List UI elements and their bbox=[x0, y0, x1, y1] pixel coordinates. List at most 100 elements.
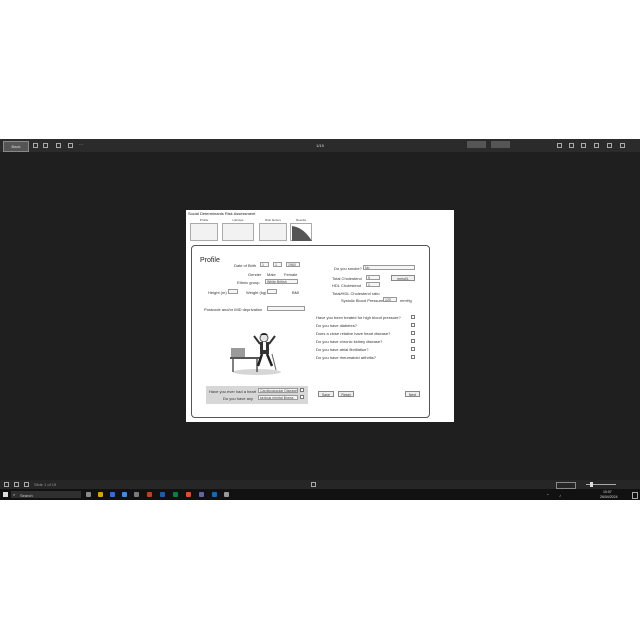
zoom-slider-handle[interactable] bbox=[590, 482, 593, 487]
gender-option-female[interactable]: Female bbox=[284, 272, 297, 277]
thumbnail-profile[interactable]: Profile bbox=[189, 218, 219, 242]
history-cvd-checkbox[interactable] bbox=[300, 388, 304, 392]
minimize-button[interactable] bbox=[467, 141, 486, 148]
family-history-checkbox[interactable] bbox=[411, 331, 415, 335]
undo-icon[interactable] bbox=[33, 143, 38, 148]
zoom-box[interactable] bbox=[556, 482, 576, 489]
task-view-icon[interactable] bbox=[86, 492, 91, 497]
bp-field[interactable]: 120 bbox=[383, 297, 397, 302]
presentation-app-icon[interactable] bbox=[224, 492, 229, 497]
share-icon[interactable] bbox=[581, 143, 586, 148]
notification-icon[interactable] bbox=[632, 492, 638, 499]
thumbnail-risk-factors[interactable]: Risk factors bbox=[258, 218, 288, 242]
reset-button[interactable]: Reset bbox=[338, 391, 354, 397]
question-ra: Do you have rheumatoid arthritis? bbox=[316, 355, 377, 360]
thumbnail-results[interactable]: Results bbox=[289, 218, 313, 242]
mail-icon[interactable] bbox=[110, 492, 115, 497]
thumbnail-caption: Risk factors bbox=[265, 218, 281, 222]
file-explorer-icon[interactable] bbox=[98, 492, 103, 497]
powerpoint-icon[interactable] bbox=[147, 492, 152, 497]
dob-month-field[interactable]: 1 bbox=[260, 262, 269, 267]
profile-card: Profile Date of Birth 1 1 1960 Gender Ma… bbox=[191, 245, 430, 418]
restore-button[interactable] bbox=[491, 141, 510, 148]
history-smi-checkbox[interactable] bbox=[300, 395, 304, 399]
question-kidney: Do you have chronic kidney disease? bbox=[316, 339, 383, 344]
ethnic-group-label: Ethnic group bbox=[237, 280, 260, 285]
diabetes-checkbox[interactable] bbox=[411, 323, 415, 327]
clock[interactable]: 10:07 26/04/2024 bbox=[600, 490, 626, 499]
thumbnail-image bbox=[259, 223, 287, 241]
fullscreen-icon[interactable] bbox=[607, 143, 612, 148]
history-smi-label: Do you have any bbox=[223, 396, 254, 401]
pen-icon[interactable] bbox=[56, 143, 61, 148]
thumbnail-image bbox=[190, 223, 218, 241]
title-bar: Back ⋯ 1/19 bbox=[0, 139, 640, 152]
thumbnail-caption: Results bbox=[295, 218, 306, 222]
cholesterol-unit-toggle[interactable]: mmol/L bbox=[391, 275, 415, 281]
print-icon[interactable] bbox=[594, 143, 599, 148]
ethnic-group-select[interactable]: White British bbox=[265, 279, 298, 284]
view-icon[interactable] bbox=[557, 143, 562, 148]
height-label: Height (m) bbox=[208, 290, 227, 295]
kidney-checkbox[interactable] bbox=[411, 339, 415, 343]
weight-label: Weight (kg) bbox=[246, 290, 267, 295]
search-placeholder: Search bbox=[20, 492, 33, 498]
person-at-desk-illustration bbox=[228, 326, 286, 376]
window-title: 1/19 bbox=[310, 141, 330, 150]
store-icon[interactable] bbox=[134, 492, 139, 497]
history-box: Have you ever had a heart Cardiovascular… bbox=[206, 386, 308, 404]
network-icon[interactable]: ⌃ bbox=[546, 493, 549, 498]
volume-icon[interactable]: ♪ bbox=[559, 493, 561, 498]
bp-treatment-checkbox[interactable] bbox=[411, 315, 415, 319]
history-cvd-field[interactable]: Cardiovascular Disease bbox=[258, 388, 298, 393]
cholesterol-field[interactable]: 5 bbox=[366, 275, 380, 280]
search-box[interactable]: ⌕ Search bbox=[11, 491, 81, 498]
slide-grid-icon[interactable] bbox=[311, 482, 316, 487]
slide-canvas: Social Determinants Risk Assessment Prof… bbox=[186, 210, 454, 422]
dob-year-field[interactable]: 1960 bbox=[286, 262, 300, 267]
height-field[interactable] bbox=[228, 289, 238, 294]
history-cvd-label: Have you ever had a heart bbox=[209, 389, 257, 394]
postcode-field[interactable] bbox=[267, 306, 305, 311]
windows-start-icon[interactable] bbox=[3, 492, 8, 497]
outlook-icon[interactable] bbox=[212, 492, 217, 497]
refresh-icon[interactable] bbox=[24, 482, 29, 487]
hdl-label: HDL Cholesterol bbox=[332, 283, 362, 288]
slide-title: Social Determinants Risk Assessment bbox=[188, 211, 256, 216]
cholesterol-label: Total Cholesterol bbox=[332, 276, 362, 281]
results-curve-icon bbox=[292, 226, 312, 241]
back-button[interactable]: Back bbox=[3, 141, 29, 152]
smoker-select[interactable]: No bbox=[363, 265, 415, 270]
dob-label: Date of Birth bbox=[234, 263, 257, 268]
grid-icon[interactable] bbox=[14, 482, 19, 487]
excel-icon[interactable] bbox=[173, 492, 178, 497]
save-button[interactable]: Save bbox=[318, 391, 334, 397]
redo-icon[interactable] bbox=[43, 143, 48, 148]
thumbnail-lifestyle[interactable]: Lifestyle bbox=[221, 218, 255, 242]
edge-icon[interactable] bbox=[122, 492, 127, 497]
ra-checkbox[interactable] bbox=[411, 355, 415, 359]
dob-day-field[interactable]: 1 bbox=[273, 262, 282, 267]
thumbnail-chart bbox=[290, 223, 312, 241]
hdl-field[interactable]: 1 bbox=[366, 282, 380, 287]
word-icon[interactable] bbox=[160, 492, 165, 497]
edit-icon[interactable] bbox=[569, 143, 574, 148]
gender-option-male[interactable]: Male bbox=[267, 272, 276, 277]
thumbnail-image bbox=[222, 223, 254, 241]
af-checkbox[interactable] bbox=[411, 347, 415, 351]
window-title-text: 1/19 bbox=[316, 143, 324, 148]
settings-icon[interactable] bbox=[4, 482, 9, 487]
history-smi-field[interactable]: serious mental illness bbox=[258, 395, 298, 400]
pointer-icon[interactable] bbox=[68, 143, 73, 148]
status-bar: Slide 1 of 19 bbox=[0, 480, 640, 489]
close-icon[interactable] bbox=[620, 143, 625, 148]
teams-icon[interactable] bbox=[199, 492, 204, 497]
more-icon[interactable]: ⋯ bbox=[79, 142, 83, 147]
question-af: Do you have atrial fibrillation? bbox=[316, 347, 369, 352]
next-button[interactable]: Next bbox=[405, 391, 420, 397]
smoker-label: Do you smoke? bbox=[334, 266, 362, 271]
chrome-icon[interactable] bbox=[186, 492, 191, 497]
postcode-label: Postcode and/or IMD deprivation bbox=[204, 307, 263, 312]
question-diabetes: Do you have diabetes? bbox=[316, 323, 357, 328]
weight-field[interactable] bbox=[267, 289, 277, 294]
